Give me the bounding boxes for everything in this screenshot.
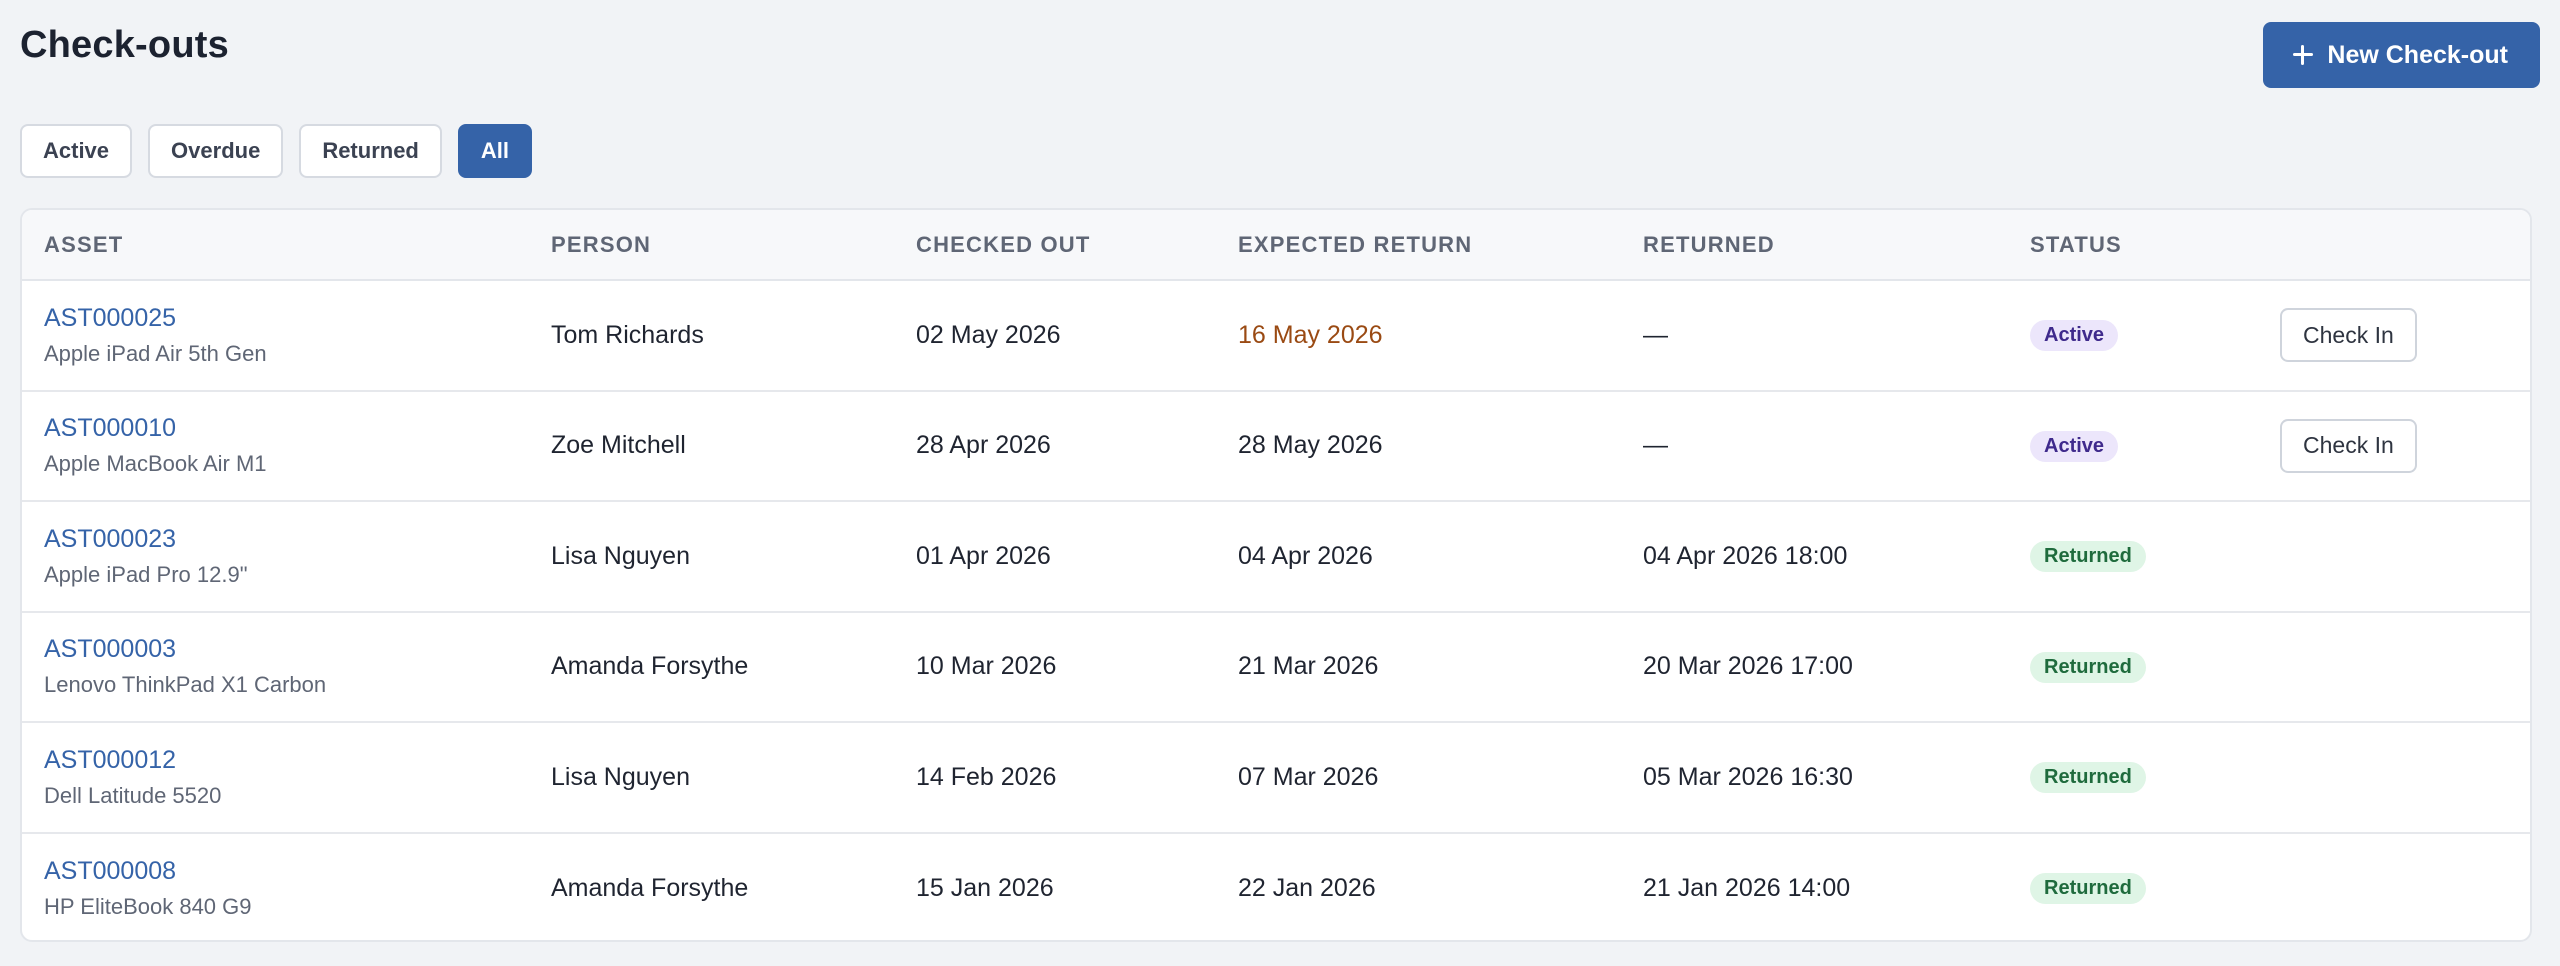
returned-cell: — [1643, 320, 1668, 349]
returned-cell: 04 Apr 2026 18:00 [1643, 541, 1848, 570]
checked-out-cell: 15 Jan 2026 [916, 873, 1054, 902]
person-cell: Lisa Nguyen [551, 541, 690, 570]
column-header-expected-return: EXPECTED RETURN [1238, 231, 1473, 257]
expected-return-cell: 28 May 2026 [1238, 431, 1383, 460]
expected-return-cell: 21 Mar 2026 [1238, 652, 1379, 681]
filter-overdue-button[interactable]: Overdue [148, 124, 284, 178]
asset-id-link[interactable]: AST000023 [44, 525, 529, 554]
column-header-asset: ASSET [44, 231, 124, 257]
check-in-button[interactable]: Check In [2280, 308, 2417, 363]
filter-returned-button[interactable]: Returned [299, 124, 442, 178]
status-badge: Returned [2030, 541, 2146, 573]
status-badge: Returned [2030, 762, 2146, 794]
person-cell: Amanda Forsythe [551, 873, 749, 902]
expected-return-cell: 07 Mar 2026 [1238, 762, 1379, 791]
column-header-status: STATUS [2030, 231, 2122, 257]
action-cell [2258, 722, 2530, 833]
checkouts-table: ASSET PERSON CHECKED OUT EXPECTED RETURN… [22, 210, 2530, 941]
status-cell: Returned [2008, 722, 2258, 833]
asset-name: Apple iPad Pro 12.9" [44, 561, 248, 587]
checked-out-cell: 02 May 2026 [916, 320, 1061, 349]
action-cell [2258, 833, 2530, 941]
asset-name: HP EliteBook 840 G9 [44, 893, 252, 919]
checked-out-cell: 14 Feb 2026 [916, 762, 1057, 791]
table-row: AST000012 Dell Latitude 5520 Lisa Nguyen… [22, 722, 2530, 833]
check-in-button[interactable]: Check In [2280, 418, 2417, 473]
checkouts-table-card: ASSET PERSON CHECKED OUT EXPECTED RETURN… [20, 208, 2532, 942]
status-badge: Returned [2030, 651, 2146, 683]
new-checkout-button-label: New Check-out [2327, 40, 2508, 69]
expected-return-cell: 16 May 2026 [1238, 320, 1383, 349]
column-header-checked-out: CHECKED OUT [916, 231, 1091, 257]
status-filter-group: Active Overdue Returned All [20, 124, 2540, 192]
status-cell: Active [2008, 280, 2258, 391]
asset-cell: AST000012 Dell Latitude 5520 [22, 722, 529, 833]
table-row: AST000010 Apple MacBook Air M1 Zoe Mitch… [22, 391, 2530, 502]
table-header-row: ASSET PERSON CHECKED OUT EXPECTED RETURN… [22, 210, 2530, 280]
expected-return-cell: 04 Apr 2026 [1238, 541, 1373, 570]
table-row: AST000023 Apple iPad Pro 12.9" Lisa Nguy… [22, 501, 2530, 612]
page-title: Check-outs [20, 24, 229, 66]
status-badge: Active [2030, 430, 2119, 462]
column-header-actions [2258, 210, 2530, 280]
plus-icon [2291, 43, 2315, 67]
table-row: AST000003 Lenovo ThinkPad X1 Carbon Aman… [22, 612, 2530, 723]
status-badge: Returned [2030, 873, 2146, 905]
returned-cell: 21 Jan 2026 14:00 [1643, 873, 1851, 902]
returned-cell: 20 Mar 2026 17:00 [1643, 652, 1853, 681]
checked-out-cell: 10 Mar 2026 [916, 652, 1057, 681]
action-cell: Check In [2258, 280, 2530, 391]
person-cell: Lisa Nguyen [551, 762, 690, 791]
person-cell: Zoe Mitchell [551, 431, 686, 460]
asset-name: Apple MacBook Air M1 [44, 451, 267, 477]
asset-id-link[interactable]: AST000025 [44, 304, 529, 333]
filter-all-button[interactable]: All [457, 124, 532, 178]
asset-cell: AST000023 Apple iPad Pro 12.9" [22, 501, 529, 612]
asset-name: Dell Latitude 5520 [44, 782, 222, 808]
table-row: AST000025 Apple iPad Air 5th Gen Tom Ric… [22, 280, 2530, 391]
asset-cell: AST000008 HP EliteBook 840 G9 [22, 833, 529, 941]
status-cell: Returned [2008, 612, 2258, 723]
asset-cell: AST000025 Apple iPad Air 5th Gen [22, 280, 529, 391]
asset-name: Lenovo ThinkPad X1 Carbon [44, 672, 327, 698]
asset-id-link[interactable]: AST000008 [44, 857, 529, 886]
page-header: Check-outs New Check-out [20, 0, 2540, 112]
checkouts-page: Check-outs New Check-out Active Overdue … [0, 0, 2560, 966]
filter-active-button[interactable]: Active [20, 124, 133, 178]
asset-id-link[interactable]: AST000010 [44, 414, 529, 443]
asset-name: Apple iPad Air 5th Gen [44, 340, 267, 366]
new-checkout-button[interactable]: New Check-out [2263, 22, 2540, 88]
action-cell [2258, 501, 2530, 612]
status-cell: Active [2008, 391, 2258, 502]
asset-id-link[interactable]: AST000003 [44, 635, 529, 664]
column-header-returned: RETURNED [1643, 231, 1775, 257]
checked-out-cell: 01 Apr 2026 [916, 541, 1051, 570]
status-cell: Returned [2008, 833, 2258, 941]
expected-return-cell: 22 Jan 2026 [1238, 873, 1376, 902]
person-cell: Amanda Forsythe [551, 652, 749, 681]
returned-cell: 05 Mar 2026 16:30 [1643, 762, 1853, 791]
status-cell: Returned [2008, 501, 2258, 612]
checked-out-cell: 28 Apr 2026 [916, 431, 1051, 460]
action-cell: Check In [2258, 391, 2530, 502]
table-row: AST000008 HP EliteBook 840 G9 Amanda For… [22, 833, 2530, 941]
returned-cell: — [1643, 431, 1668, 460]
status-badge: Active [2030, 320, 2119, 352]
asset-id-link[interactable]: AST000012 [44, 746, 529, 775]
action-cell [2258, 612, 2530, 723]
asset-cell: AST000003 Lenovo ThinkPad X1 Carbon [22, 612, 529, 723]
asset-cell: AST000010 Apple MacBook Air M1 [22, 391, 529, 502]
person-cell: Tom Richards [551, 320, 704, 349]
column-header-person: PERSON [551, 231, 652, 257]
